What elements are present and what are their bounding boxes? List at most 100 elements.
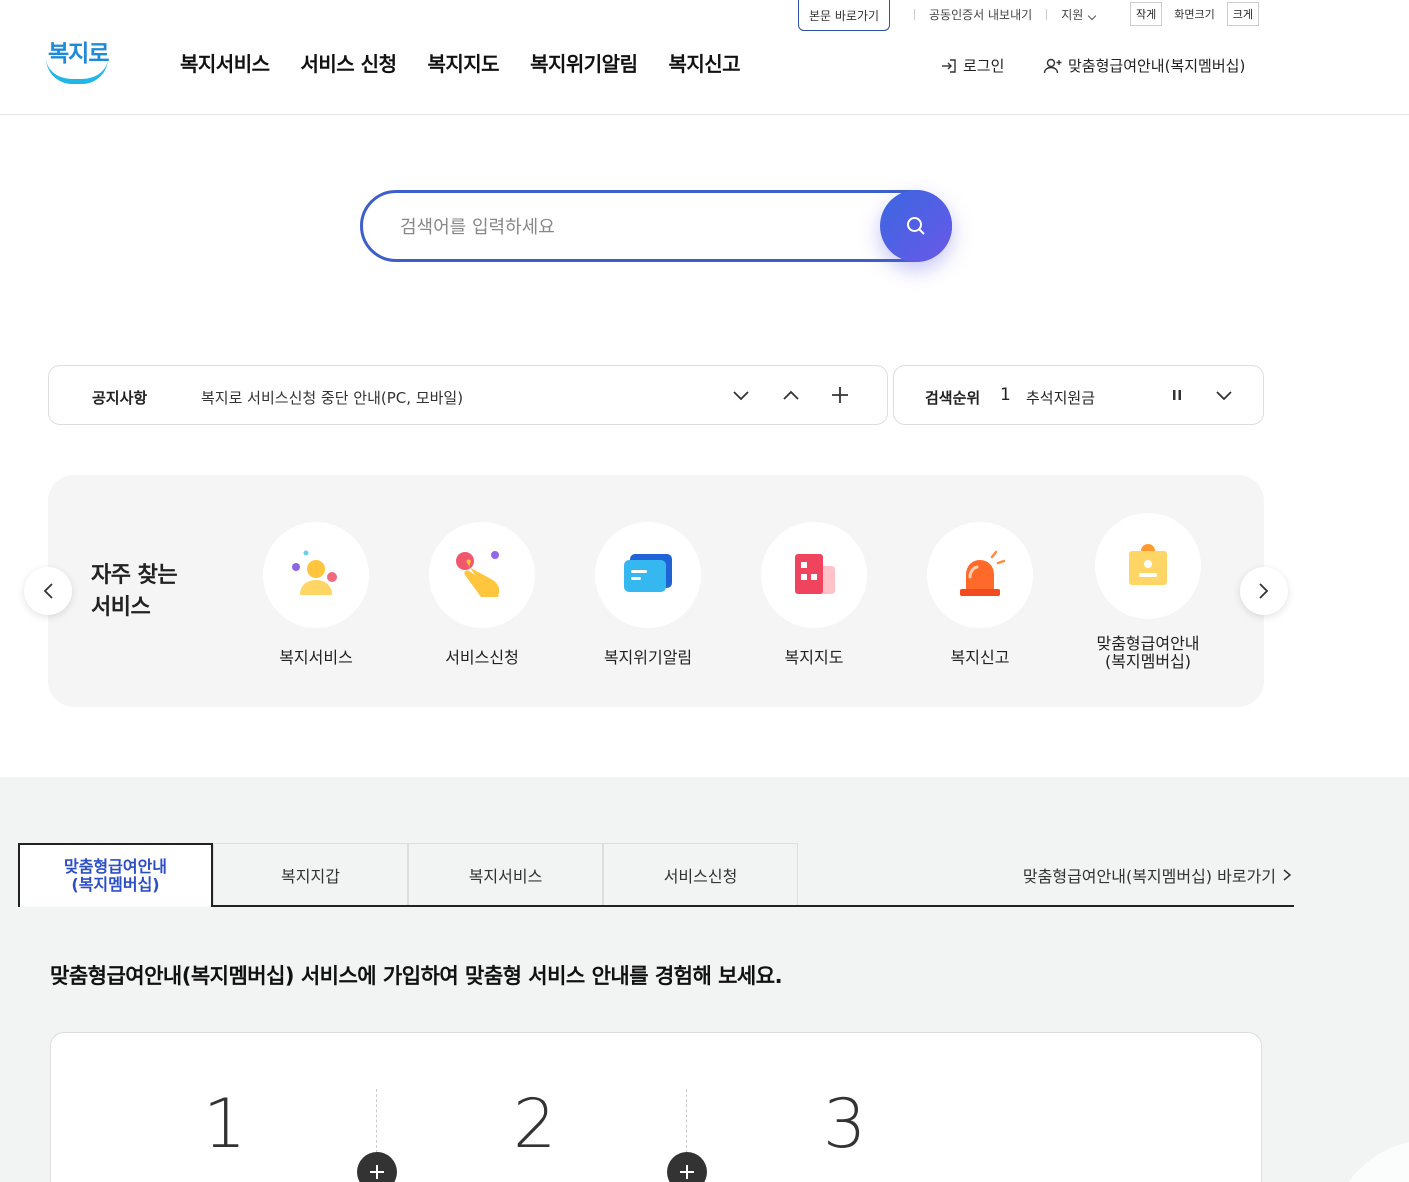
notice-text[interactable]: 복지로 서비스신청 중단 안내(PC, 모바일): [201, 387, 463, 408]
chat-bubble-icon: [624, 554, 672, 592]
notice-prev-button[interactable]: [779, 383, 803, 407]
steps-card: 1 2 3: [50, 1032, 1262, 1182]
frequent-title-line2: 서비스: [91, 595, 151, 620]
service-label: 복지위기알림: [603, 648, 693, 667]
chevron-left-icon: [43, 583, 53, 599]
notice-bar: 공지사항 복지로 서비스신청 중단 안내(PC, 모바일): [48, 365, 888, 425]
membership-section: 맞춤형급여안내 (복지멤버십) 복지지갑 복지서비스 서비스신청 맞춤형급여안내…: [0, 777, 1409, 1182]
tab-label-line1: 맞춤형급여안내: [63, 857, 168, 876]
logo[interactable]: 복지로: [46, 34, 110, 86]
id-card-icon: [1129, 544, 1167, 585]
ranking-keyword[interactable]: 추석지원금: [1026, 387, 1095, 408]
cert-export-link[interactable]: 공동인증서 내보내기: [929, 6, 1032, 23]
chevron-down-icon: [733, 391, 749, 401]
tab-welfare-wallet[interactable]: 복지지갑: [213, 843, 408, 905]
membership-label: 맞춤형급여안내(복지멤버십): [1068, 57, 1246, 75]
nav-item-crisis-alert[interactable]: 복지위기알림: [530, 48, 638, 77]
plus-icon: [667, 1152, 707, 1182]
notice-next-button[interactable]: [729, 383, 753, 407]
plus-icon: [357, 1152, 397, 1182]
tab-service-apply[interactable]: 서비스신청: [603, 843, 798, 905]
frequent-item-welfare-service[interactable]: 복지서비스: [246, 522, 386, 667]
chevron-right-icon: [1259, 583, 1269, 599]
search-ranking-bar: 검색순위 1 추석지원금: [893, 365, 1264, 425]
frequent-item-welfare-map[interactable]: 복지지도: [744, 522, 884, 667]
hand-pointer-icon: [456, 551, 500, 597]
support-menu[interactable]: 지원: [1061, 6, 1097, 23]
membership-shortcut-link[interactable]: 맞춤형급여안내(복지멤버십) 바로가기: [1023, 863, 1294, 887]
service-label-line2: (복지멤버십): [1104, 652, 1192, 671]
service-label: 서비스신청: [445, 648, 519, 667]
skip-to-content-link[interactable]: 본문 바로가기: [798, 0, 890, 31]
carousel-next-button[interactable]: [1240, 567, 1288, 615]
chevron-down-icon: [1216, 391, 1232, 401]
search-input[interactable]: [400, 213, 860, 241]
frequent-item-service-apply[interactable]: 서비스신청: [412, 522, 552, 667]
support-label: 지원: [1061, 8, 1084, 22]
nav-item-service-apply[interactable]: 서비스 신청: [301, 48, 397, 77]
main-nav: 복지서비스 서비스 신청 복지지도 복지위기알림 복지신고: [180, 48, 741, 77]
notice-more-button[interactable]: [828, 383, 852, 407]
building-icon: [795, 554, 835, 594]
font-large-button[interactable]: 크게: [1226, 2, 1259, 26]
membership-link[interactable]: 맞춤형급여안내(복지멤버십): [1043, 55, 1245, 76]
font-size-label: 화면크기: [1174, 8, 1215, 21]
font-small-button[interactable]: 작게: [1130, 2, 1163, 26]
utility-bar: 본문 바로가기 공동인증서 내보내기 지원 작게 화면크기 크게: [0, 0, 1409, 32]
divider: [1046, 9, 1048, 20]
frequent-item-crisis-alert[interactable]: 복지위기알림: [578, 522, 718, 667]
step-number: 3: [823, 1085, 867, 1164]
service-label: 복지신고: [950, 648, 1010, 667]
notice-label: 공지사항: [92, 389, 148, 407]
frequent-item-membership[interactable]: 맞춤형급여안내 (복지멤버십): [1078, 513, 1218, 671]
ranking-pause-button[interactable]: [1165, 383, 1189, 407]
shortcut-label: 맞춤형급여안내(복지멤버십) 바로가기: [1022, 867, 1276, 886]
nav-item-welfare-map[interactable]: 복지지도: [427, 48, 499, 77]
siren-icon: [960, 550, 1006, 596]
login-link[interactable]: 로그인: [940, 55, 1004, 76]
frequent-title-line1: 자주 찾는: [91, 563, 178, 588]
search-button[interactable]: [880, 190, 952, 262]
logo-smile-icon: [46, 58, 108, 84]
service-label: 복지서비스: [279, 648, 353, 667]
chevron-right-icon: [1283, 869, 1292, 881]
font-size-control: 작게 화면크기 크게: [1130, 2, 1259, 26]
membership-intro-text: 맞춤형급여안내(복지멤버십) 서비스에 가입하여 맞춤형 서비스 안내를 경험해…: [50, 964, 783, 988]
login-icon: [942, 58, 956, 73]
frequent-item-welfare-report[interactable]: 복지신고: [910, 522, 1050, 667]
service-icon-circle: [1095, 513, 1201, 619]
carousel-prev-button[interactable]: [24, 567, 72, 615]
service-label-line1: 맞춤형급여안내: [1096, 634, 1200, 653]
service-icon-circle: [595, 522, 701, 628]
step-number: 2: [513, 1085, 557, 1164]
service-icon-circle: [927, 522, 1033, 628]
step-number: 1: [203, 1085, 247, 1164]
tab-membership[interactable]: 맞춤형급여안내 (복지멤버십): [18, 843, 213, 907]
login-label: 로그인: [963, 57, 1005, 75]
service-icon-circle: [263, 522, 369, 628]
service-icon-circle: [761, 522, 867, 628]
search-box: [360, 190, 952, 262]
chevron-down-icon: [1088, 11, 1097, 21]
tab-welfare-service[interactable]: 복지서비스: [408, 843, 603, 905]
ranking-number: 1: [1000, 385, 1011, 405]
divider: [914, 9, 915, 20]
ranking-expand-button[interactable]: [1212, 383, 1236, 407]
utility-links: 공동인증서 내보내기 지원: [900, 6, 1097, 23]
plus-icon: [832, 387, 848, 403]
nav-item-welfare-service[interactable]: 복지서비스: [180, 48, 270, 77]
add-user-icon: [1043, 58, 1062, 73]
frequent-services-panel: 자주 찾는 서비스 복지서비스 서비스신청 복지위기알림 복지지도 복지신고 맞…: [48, 475, 1264, 707]
service-icon-circle: [429, 522, 535, 628]
pause-icon: [1173, 390, 1181, 400]
page: 복지로 복지서비스 서비스 신청 복지지도 복지위기알림 복지신고 로그인 맞춤…: [0, 0, 1409, 1182]
tab-label-line2: (복지멤버십): [71, 875, 160, 894]
service-label: 맞춤형급여안내 (복지멤버십): [1078, 635, 1218, 671]
chevron-up-icon: [783, 390, 799, 400]
frequent-services-title: 자주 찾는 서비스: [91, 560, 178, 624]
nav-item-welfare-report[interactable]: 복지신고: [668, 48, 740, 77]
service-label: 복지지도: [784, 648, 844, 667]
ranking-label: 검색순위: [925, 389, 981, 407]
person-icon: [292, 550, 337, 595]
tab-bar: 맞춤형급여안내 (복지멤버십) 복지지갑 복지서비스 서비스신청 맞춤형급여안내…: [18, 843, 1294, 907]
